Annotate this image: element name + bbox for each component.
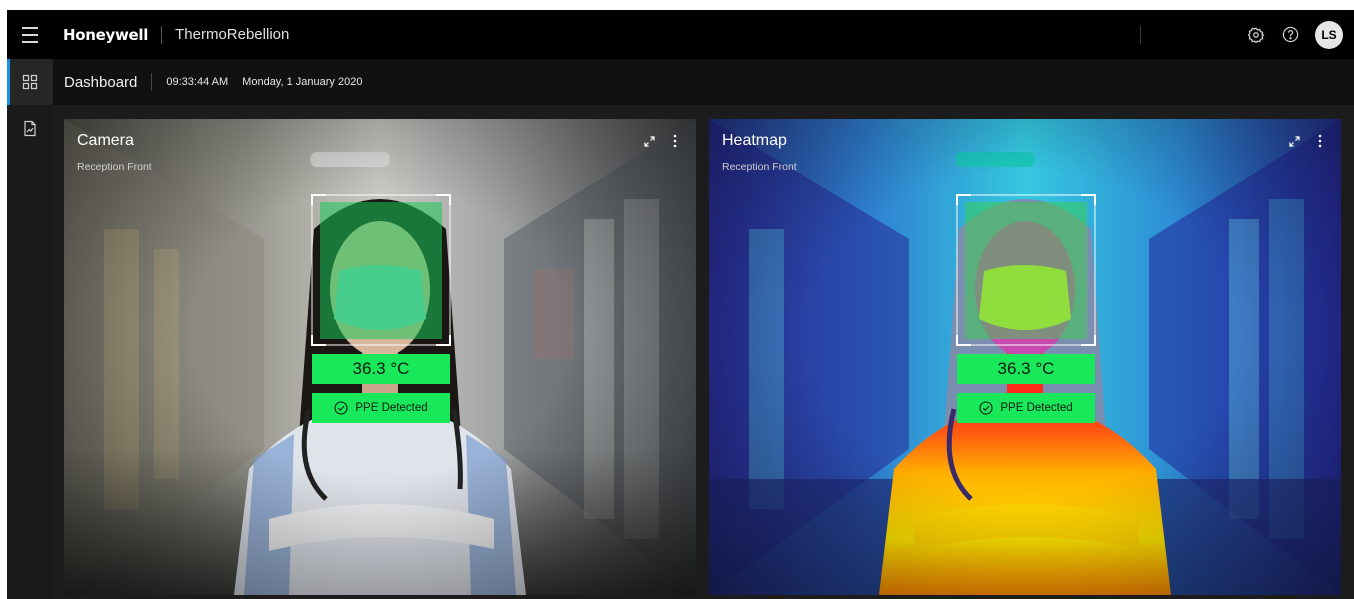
ppe-status-badge: PPE Detected xyxy=(312,393,450,423)
hamburger-icon[interactable] xyxy=(7,10,53,59)
heatmap-panel-tools xyxy=(1287,133,1327,149)
temperature-readout: 36.3 °C xyxy=(957,354,1095,384)
ppe-status-label: PPE Detected xyxy=(1000,402,1073,414)
brand-divider xyxy=(161,25,163,44)
sub-header: Dashboard 09:33:44 AM Monday, 1 January … xyxy=(53,59,1354,105)
camera-panel: Camera Reception Front 36.3 °C PPE Detec… xyxy=(64,119,696,595)
user-avatar[interactable]: LS xyxy=(1315,20,1343,49)
temperature-readout: 36.3 °C xyxy=(312,354,450,384)
question-icon[interactable] xyxy=(1273,18,1307,52)
ppe-status-label: PPE Detected xyxy=(355,402,428,414)
topbar-actions: LS xyxy=(1140,10,1354,59)
gear-icon[interactable] xyxy=(1239,18,1273,52)
sidebar-item-reports[interactable] xyxy=(7,105,53,151)
app-window: Honeywell ThermoRebellion LS Dashboard 0… xyxy=(7,10,1354,599)
report-icon xyxy=(24,120,36,136)
check-circle-icon xyxy=(979,401,993,415)
ppe-status-badge: PPE Detected xyxy=(957,393,1095,423)
app-name: ThermoRebellion xyxy=(175,26,290,43)
more-vertical-icon[interactable] xyxy=(668,133,682,149)
top-bar: Honeywell ThermoRebellion LS xyxy=(7,10,1354,59)
heatmap-panel-title: Heatmap xyxy=(722,132,787,149)
sidebar xyxy=(7,59,53,599)
expand-icon[interactable] xyxy=(642,133,656,149)
sidebar-item-dashboard[interactable] xyxy=(7,59,53,105)
check-circle-icon xyxy=(334,401,348,415)
brand-logo: Honeywell xyxy=(63,25,149,44)
topbar-divider xyxy=(1140,25,1141,44)
page-title: Dashboard xyxy=(64,73,138,91)
more-vertical-icon[interactable] xyxy=(1313,133,1327,149)
heatmap-panel: Heatmap Reception Front 36.3 °C PPE Dete… xyxy=(709,119,1341,595)
camera-panel-tools xyxy=(642,133,682,149)
camera-panel-title: Camera xyxy=(77,132,134,149)
current-time: 09:33:44 AM xyxy=(166,76,229,88)
camera-panel-location: Reception Front xyxy=(77,161,152,173)
grid-icon xyxy=(22,74,38,90)
heatmap-panel-location: Reception Front xyxy=(722,161,797,173)
expand-icon[interactable] xyxy=(1287,133,1301,149)
subheader-divider xyxy=(151,73,153,91)
current-date: Monday, 1 January 2020 xyxy=(242,76,363,88)
